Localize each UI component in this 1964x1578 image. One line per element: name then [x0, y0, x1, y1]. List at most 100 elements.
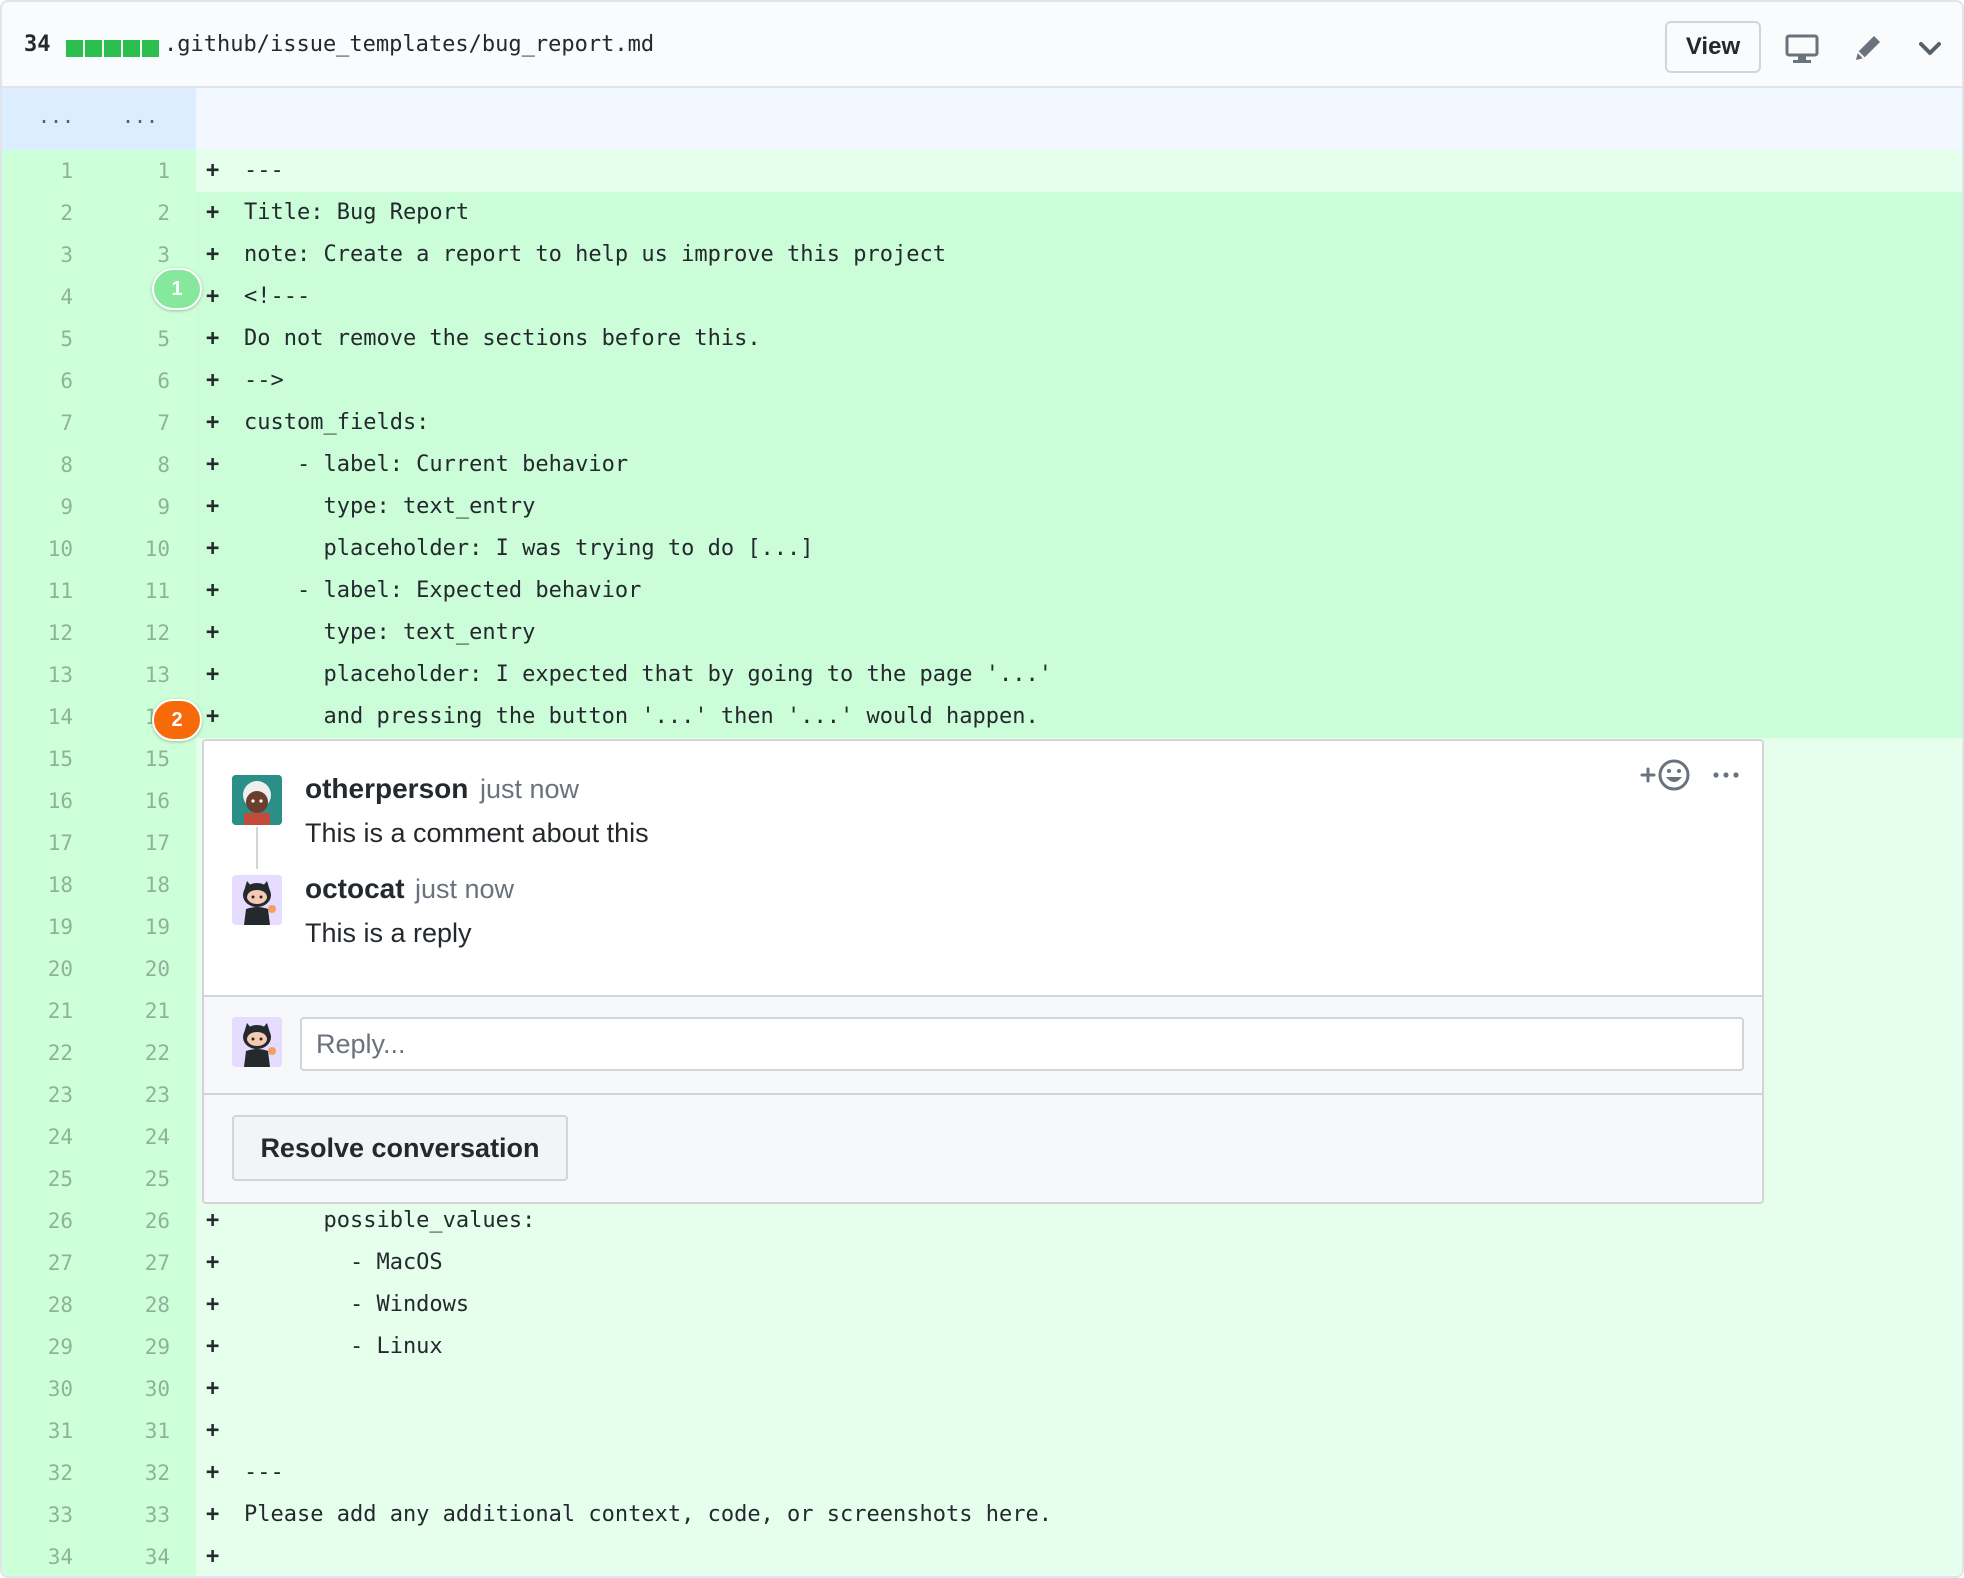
old-line-number[interactable]: 29	[2, 1326, 99, 1368]
comment-timestamp[interactable]: just now	[480, 774, 579, 805]
diff-line[interactable]: 27 27 + - MacOS	[2, 1242, 1962, 1284]
new-line-number[interactable]: 9	[99, 486, 196, 528]
diff-line[interactable]: 29 29 + - Linux	[2, 1326, 1962, 1368]
old-line-number[interactable]: 23	[2, 1074, 99, 1116]
new-line-number[interactable]: 1	[99, 150, 196, 192]
pencil-icon[interactable]	[1850, 30, 1886, 66]
resolve-conversation-button[interactable]: Resolve conversation	[232, 1115, 568, 1181]
diff-line[interactable]: 33 33 + Please add any additional context, …	[2, 1494, 1962, 1536]
diff-line[interactable]: 44+<!---	[2, 276, 1962, 318]
new-line-number[interactable]: 34	[99, 1536, 196, 1576]
avatar[interactable]	[232, 775, 282, 825]
old-line-number[interactable]: 20	[2, 948, 99, 990]
new-line-number[interactable]: 28	[99, 1284, 196, 1326]
new-line-number[interactable]: 11	[99, 570, 196, 612]
old-line-number[interactable]: 34	[2, 1536, 99, 1576]
old-line-number[interactable]: 15	[2, 738, 99, 780]
old-line-number[interactable]: 26	[2, 1200, 99, 1242]
old-line-number[interactable]: 19	[2, 906, 99, 948]
chevron-down-icon[interactable]	[1912, 30, 1948, 66]
diff-line[interactable]: 3 3 + note: Create a report to help us impr…	[2, 234, 1962, 276]
new-line-number[interactable]: 21	[99, 990, 196, 1032]
new-line-number[interactable]: 26	[99, 1200, 196, 1242]
diff-line[interactable]: 11 11 + - label: Expected behavior	[2, 570, 1962, 612]
old-line-number[interactable]: 4	[2, 276, 99, 318]
new-line-number[interactable]: 12	[99, 612, 196, 654]
new-line-number[interactable]: 31	[99, 1410, 196, 1452]
comment-timestamp[interactable]: just now	[415, 874, 514, 905]
new-line-number[interactable]: 24	[99, 1116, 196, 1158]
display-icon[interactable]	[1784, 30, 1820, 66]
old-line-number[interactable]: 1	[2, 150, 99, 192]
new-line-number[interactable]: 33	[99, 1494, 196, 1536]
diff-line[interactable]: 32 32 + ---	[2, 1452, 1962, 1494]
old-line-number[interactable]: 3	[2, 234, 99, 276]
diff-line[interactable]: 8 8 + - label: Current behavior	[2, 444, 1962, 486]
diff-line[interactable]: 28 28 + - Windows	[2, 1284, 1962, 1326]
old-line-number[interactable]: 12	[2, 612, 99, 654]
diff-line[interactable]: 10 10 + placeholder: I was trying to do [.…	[2, 528, 1962, 570]
comment-author[interactable]: otherperson	[305, 773, 468, 805]
old-line-number[interactable]: 22	[2, 1032, 99, 1074]
new-line-number[interactable]: 20	[99, 948, 196, 990]
diff-line[interactable]: 1 1 + ---	[2, 150, 1962, 192]
new-line-number[interactable]: 2	[99, 192, 196, 234]
new-line-number[interactable]: 15	[99, 738, 196, 780]
new-line-number[interactable]: 22	[99, 1032, 196, 1074]
diff-line[interactable]: 7 7 + custom_fields:	[2, 402, 1962, 444]
new-line-number[interactable]: 23	[99, 1074, 196, 1116]
old-line-number[interactable]: 18	[2, 864, 99, 906]
comment-author[interactable]: octocat	[305, 873, 405, 905]
diff-line[interactable]: 26 26 + possible_values:	[2, 1200, 1962, 1242]
old-line-number[interactable]: 28	[2, 1284, 99, 1326]
diff-line[interactable]: 2 2 + Title: Bug Report	[2, 192, 1962, 234]
diff-line[interactable]: 6 6 + -->	[2, 360, 1962, 402]
new-line-number[interactable]: 16	[99, 780, 196, 822]
diff-line[interactable]: 31 31 +	[2, 1410, 1962, 1452]
diff-line[interactable]: 30 30 +	[2, 1368, 1962, 1410]
new-line-number[interactable]: 13	[99, 654, 196, 696]
old-line-number[interactable]: 31	[2, 1410, 99, 1452]
new-line-number[interactable]: 18	[99, 864, 196, 906]
old-line-number[interactable]: 30	[2, 1368, 99, 1410]
old-line-number[interactable]: 32	[2, 1452, 99, 1494]
new-line-number[interactable]: 17	[99, 822, 196, 864]
old-line-number[interactable]: 6	[2, 360, 99, 402]
comment-marker[interactable]: 2	[152, 699, 202, 741]
new-line-number[interactable]: 8	[99, 444, 196, 486]
old-line-number[interactable]: 13	[2, 654, 99, 696]
diff-line[interactable]: 34 34 +	[2, 1536, 1962, 1576]
new-line-number[interactable]: 32	[99, 1452, 196, 1494]
avatar[interactable]	[232, 875, 282, 925]
new-line-number[interactable]: 29	[99, 1326, 196, 1368]
new-line-number[interactable]: 7	[99, 402, 196, 444]
old-line-number[interactable]: 14	[2, 696, 99, 738]
new-line-number[interactable]: 6	[99, 360, 196, 402]
new-line-number[interactable]: 19	[99, 906, 196, 948]
diff-line[interactable]: 13 13 + placeholder: I expected that by go…	[2, 654, 1962, 696]
old-line-number[interactable]: 27	[2, 1242, 99, 1284]
old-line-number[interactable]: 8	[2, 444, 99, 486]
view-file-button[interactable]: View	[1665, 21, 1761, 73]
reply-input[interactable]	[300, 1017, 1744, 1071]
file-path[interactable]: .github/issue_templates/bug_report.md	[164, 32, 654, 57]
comment-marker[interactable]: 1	[152, 268, 202, 310]
old-line-number[interactable]: 24	[2, 1116, 99, 1158]
new-line-number[interactable]: 27	[99, 1242, 196, 1284]
old-line-number[interactable]: 11	[2, 570, 99, 612]
old-line-number[interactable]: 9	[2, 486, 99, 528]
hunk-expand-old[interactable]: ...	[26, 104, 86, 128]
old-line-number[interactable]: 10	[2, 528, 99, 570]
old-line-number[interactable]: 25	[2, 1158, 99, 1200]
old-line-number[interactable]: 33	[2, 1494, 99, 1536]
old-line-number[interactable]: 17	[2, 822, 99, 864]
new-line-number[interactable]: 10	[99, 528, 196, 570]
old-line-number[interactable]: 5	[2, 318, 99, 360]
new-line-number[interactable]: 25	[99, 1158, 196, 1200]
hunk-header[interactable]: ... ...	[2, 88, 1962, 150]
diff-line[interactable]: 12 12 + type: text_entry	[2, 612, 1962, 654]
hunk-expand-new[interactable]: ...	[110, 104, 170, 128]
old-line-number[interactable]: 21	[2, 990, 99, 1032]
add-reaction-icon[interactable]	[1638, 757, 1694, 793]
diff-line[interactable]: 9 9 + type: text_entry	[2, 486, 1962, 528]
